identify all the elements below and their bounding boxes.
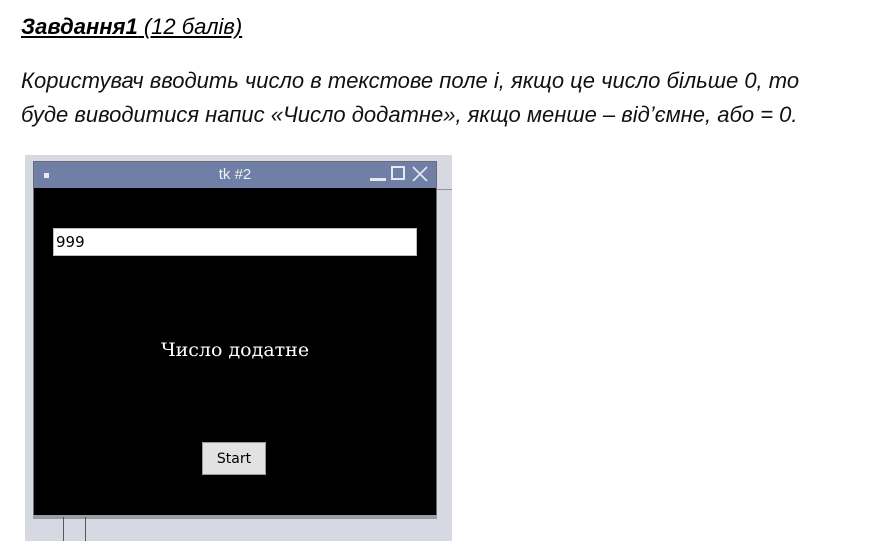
number-input[interactable] bbox=[53, 228, 417, 256]
task-title: Завдання1 (12 балів) bbox=[21, 14, 242, 40]
task-title-points: (12 балів) bbox=[137, 14, 243, 39]
task-description: Користувач вводить число в текстове поле… bbox=[21, 64, 871, 132]
background-divider-1 bbox=[63, 517, 64, 541]
app-screenshot: tk #2 Число додатне Start bbox=[25, 155, 452, 541]
start-button[interactable]: Start bbox=[202, 442, 266, 475]
background-window-edge-top bbox=[437, 189, 452, 190]
task-description-line-1: Користувач вводить число в текстове поле… bbox=[21, 68, 800, 93]
result-label: Число додатне bbox=[160, 339, 310, 361]
window-bottom-border bbox=[33, 515, 437, 519]
close-icon[interactable] bbox=[411, 165, 429, 183]
task-description-line-2: буде виводитися напис «Число додатне», я… bbox=[21, 102, 798, 127]
maximize-icon[interactable] bbox=[390, 165, 408, 183]
task-title-bold: Завдання1 bbox=[21, 14, 138, 39]
background-divider-2 bbox=[85, 517, 86, 541]
minimize-icon[interactable] bbox=[368, 165, 386, 183]
window-titlebar[interactable]: tk #2 bbox=[34, 162, 436, 188]
tk-window: tk #2 Число додатне Start bbox=[33, 161, 437, 517]
